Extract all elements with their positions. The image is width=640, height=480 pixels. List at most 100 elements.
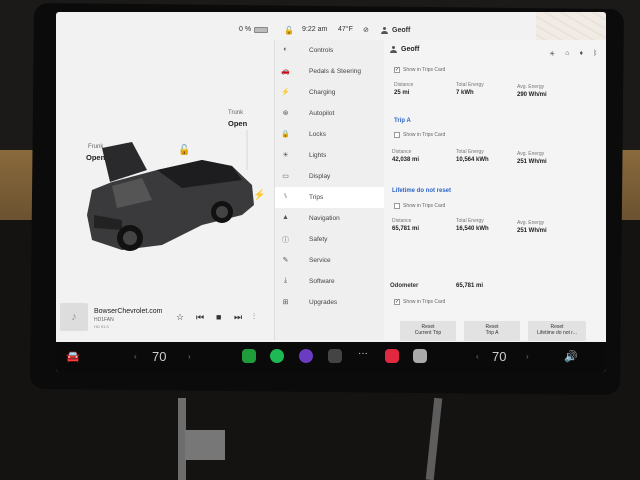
home-icon[interactable]: ⌂ [565,50,569,58]
previous-icon[interactable]: ⏮ [196,312,204,323]
car-model-image [87,130,254,251]
lifetime-energy-label: Total Energy [456,218,484,224]
passenger-temp-up-icon[interactable]: › [526,352,529,361]
checkbox-unchecked [394,132,400,138]
stop-icon[interactable]: ■ [216,312,221,322]
lifetime-avg-label: Avg. Energy [517,220,545,226]
battery-icon [254,26,269,33]
trip-a-energy-value: 10,564 kWh [456,157,489,163]
menu-item-safety[interactable]: ⓘ Safety [275,229,384,250]
screen-stand-base [185,430,225,460]
bolt-icon: ⚡ [281,89,290,96]
spotify-icon[interactable] [270,349,284,363]
volume-icon[interactable]: 🔊 [564,350,578,363]
trip-a-avg-label: Avg. Energy [517,151,545,157]
avg-energy-value: 290 Wh/mi [517,92,547,98]
menu-item-controls[interactable]: ◐ Controls [275,40,384,61]
car-icon[interactable]: 🚘 [66,350,80,363]
music-note-icon[interactable]: ♪ [60,303,88,331]
phone-icon[interactable] [242,349,256,363]
trip-a-title: Trip A [394,118,411,124]
hd-badge: HD 91.0 [94,324,109,329]
show-trips-card-checkbox-4[interactable]: ✓ Show in Trips Card [394,299,445,305]
lifetime-distance-value: 65,781 mi [392,226,420,232]
media-player: ♪ BowserChevrolet.com HD1FAN HD 91.0 ☆ ⏮… [56,300,274,342]
reset-current-trip-button[interactable]: Reset Current Trip [400,321,456,341]
show-trips-card-checkbox-2[interactable]: Show in Trips Card [394,132,445,138]
navigation-icon: ▲ [282,214,289,221]
display-icon: ▭ [282,173,289,180]
lifetime-title: Lifetime do not reset [392,188,452,194]
favorite-star-icon[interactable]: ☆ [176,312,184,323]
status-bar: 0 % 🔓 9:22 am 47°F ⊘ Geoff [56,12,606,52]
trip-a-energy-label: Total Energy [456,149,484,155]
settings-menu: ◐ Controls 🚗 Pedals & Steering ⚡ Charging ⊛… [274,40,384,340]
odometer-value: 65,781 mi [456,283,484,289]
trunk-label: Trunk [228,110,244,116]
user-profile-button[interactable]: Geoff [381,27,410,34]
menu-item-autopilot[interactable]: ⊛ Autopilot [275,103,384,124]
sun-icon[interactable]: ☀ [549,50,555,58]
wrench-icon: ✎ [282,257,289,264]
outside-temp: 47°F [338,26,353,33]
trip-a-distance-label: Distance [392,149,412,155]
trunk-open-button[interactable]: Open [228,119,247,128]
clock: 9:22 am [302,26,328,33]
person-icon [381,27,388,34]
reset-trip-a-button[interactable]: Reset Trip A [464,321,520,341]
light-icon: ☀ [282,152,289,159]
car-visualization[interactable]: Frunk Open Trunk Open 🔓 ⚡ [56,40,274,330]
toybox-icon[interactable] [413,349,427,363]
touchscreen: 0 % 🔓 9:22 am 47°F ⊘ Geoff Frunk Open Tr… [56,12,606,372]
checkbox-checked: ✓ [394,67,400,73]
driver-temp-down-icon[interactable]: ‹ [134,352,137,361]
lifetime-energy-value: 16,540 kWh [456,226,489,232]
trips-panel: Geoff ☀ ⌂ ♦ ᛒ ▴ ✓ Show in Trips Card Dis… [384,40,606,341]
lock-status-icon[interactable]: 🔓 [284,26,294,35]
airbag-icon: ⊘ [363,27,369,34]
toggle-icon: ◐ [283,46,288,53]
reset-lifetime-button[interactable]: Reset Lifetime do not r... [528,321,586,341]
lifetime-distance-label: Distance [392,218,412,224]
steering-icon: ⊛ [282,110,289,117]
music-app-icon[interactable] [385,349,399,363]
trips-user: Geoff [390,46,419,53]
station-sub: HD1FAN [94,317,114,323]
show-trips-card-checkbox-3[interactable]: Show in Trips Card [394,203,445,209]
passenger-temp-down-icon[interactable]: ‹ [476,352,479,361]
dashcam-icon[interactable] [328,349,342,363]
menu-item-trips[interactable]: ⑊ Trips [275,187,384,208]
menu-item-upgrades[interactable]: ⊞ Upgrades [275,292,384,313]
menu-item-service[interactable]: ✎ Service [275,250,384,271]
bluetooth-icon[interactable]: ᛒ [593,50,597,58]
lock-icon: 🔒 [281,131,290,138]
driver-temp[interactable]: 70 [152,349,166,364]
odometer-label: Odometer [390,283,419,289]
download-icon: ⤓ [283,277,288,284]
next-icon[interactable]: ⏭ [234,312,242,323]
bag-icon: ⊞ [282,299,289,306]
station-name: BowserChevrolet.com [94,308,163,315]
more-apps-icon[interactable]: ··· [358,348,368,359]
quick-icons: ☀ ⌂ ♦ ᛒ ▴ [549,50,606,58]
menu-item-display[interactable]: ▭ Display [275,166,384,187]
checkbox-checked: ✓ [394,299,400,305]
car-icon: 🚗 [281,68,290,75]
menu-item-locks[interactable]: 🔒 Locks [275,124,384,145]
passenger-temp[interactable]: 70 [492,349,506,364]
safety-icon: ⓘ [282,237,289,244]
pin-icon[interactable]: ♦ [580,50,584,58]
driver-temp-up-icon[interactable]: › [188,352,191,361]
checkbox-unchecked [394,203,400,209]
camera-icon[interactable] [299,349,313,363]
energy-label: Total Energy [456,82,484,88]
menu-item-lights[interactable]: ☀ Lights [275,145,384,166]
energy-value: 7 kWh [456,90,474,96]
menu-item-software[interactable]: ⤓ Software [275,271,384,292]
equalizer-icon[interactable]: ⫶ [253,312,255,322]
menu-item-navigation[interactable]: ▲ Navigation [275,208,384,229]
menu-item-pedals-steering[interactable]: 🚗 Pedals & Steering [275,61,384,82]
menu-item-charging[interactable]: ⚡ Charging [275,82,384,103]
battery-percent: 0 % [239,26,252,33]
show-trips-card-checkbox-1[interactable]: ✓ Show in Trips Card [394,67,445,73]
